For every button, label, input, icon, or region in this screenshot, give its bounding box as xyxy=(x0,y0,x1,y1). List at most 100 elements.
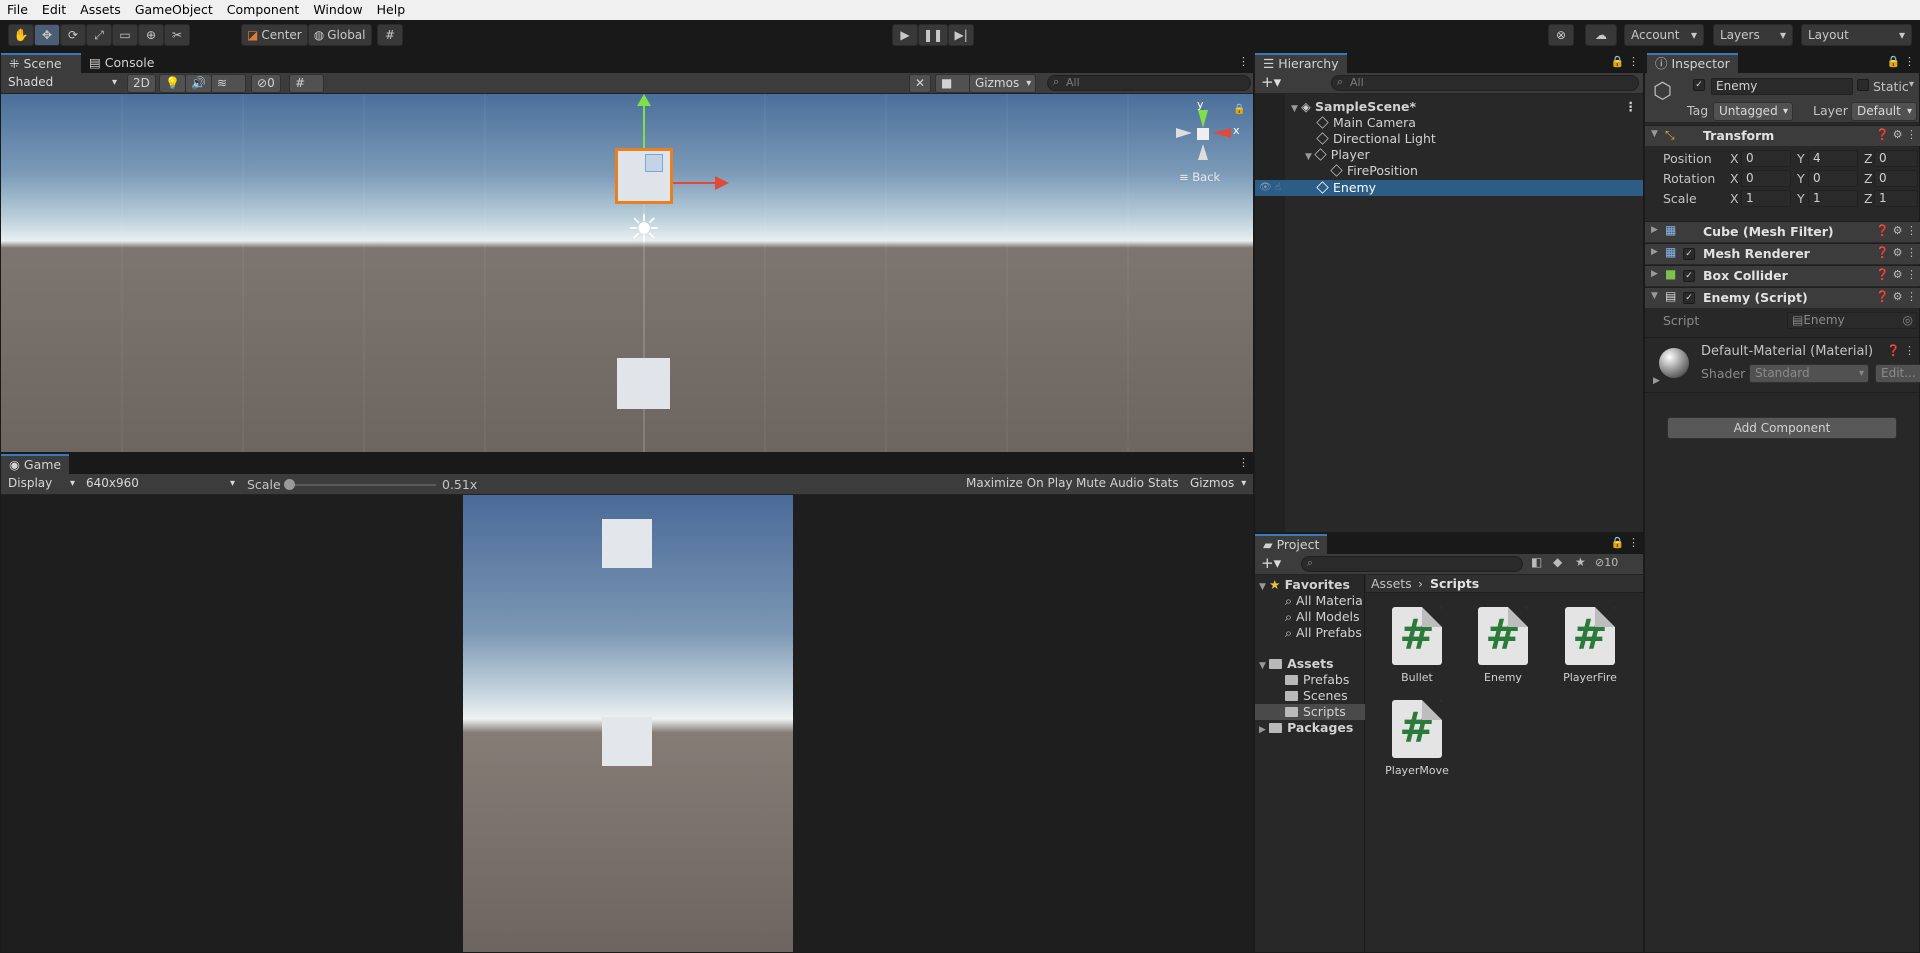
hierarchy-item-enemy[interactable]: Enemy xyxy=(1316,180,1376,196)
menu-file[interactable]: File xyxy=(0,0,35,20)
rect-tool-icon[interactable]: ▭ xyxy=(112,24,138,46)
shader-dropdown[interactable]: Standard xyxy=(1749,364,1869,383)
packages-folder[interactable]: ▶ Packages xyxy=(1259,720,1353,736)
box-collider-component-header[interactable]: ▶ ■ ✓ Box Collider ❓ ⚙ ⋮ xyxy=(1645,265,1920,286)
mesh-filter-component-header[interactable]: ▶ ▦ Cube (Mesh Filter) ❓ ⚙ ⋮ xyxy=(1645,221,1920,242)
kebab-menu-icon[interactable]: ⋮ xyxy=(1625,99,1638,115)
chevron-down-icon[interactable]: ▾ xyxy=(1909,79,1914,90)
sun-light-icon[interactable]: ☀ xyxy=(621,206,667,252)
help-settings-kebab-icon[interactable]: ❓ ⚙ ⋮ xyxy=(1875,246,1917,259)
rotation-y-field[interactable]: 0 xyxy=(1808,170,1858,187)
favorite-star-icon[interactable]: ★ xyxy=(1575,555,1586,569)
tab-hierarchy[interactable]: ☰ Hierarchy xyxy=(1255,53,1347,73)
hierarchy-item-directional-light[interactable]: Directional Light xyxy=(1316,131,1436,147)
folder-scripts[interactable]: Scripts xyxy=(1285,704,1346,720)
tab-project[interactable]: ▰ Project xyxy=(1255,534,1328,554)
gizmo-y-cone[interactable] xyxy=(1198,110,1208,128)
view-label[interactable]: ≡ Back xyxy=(1179,170,1220,184)
mesh-renderer-component-header[interactable]: ▶ ▦ ✓ Mesh Renderer ❓ ⚙ ⋮ xyxy=(1645,243,1920,264)
asset-enemy-script[interactable]: # Enemy xyxy=(1463,607,1543,684)
tab-inspector[interactable]: ⓘ Inspector xyxy=(1647,53,1738,73)
scale-y-field[interactable]: 1 xyxy=(1808,190,1858,207)
menu-help[interactable]: Help xyxy=(370,0,413,20)
gizmo-x-cone[interactable] xyxy=(1213,128,1231,138)
position-x-field[interactable]: 0 xyxy=(1741,150,1791,167)
static-checkbox[interactable] xyxy=(1857,79,1869,91)
grid-icon[interactable]: # xyxy=(289,74,325,93)
hierarchy-item-player[interactable]: ▼ Player xyxy=(1305,147,1370,163)
script-object-field[interactable]: ▤Enemy ◎ xyxy=(1787,312,1917,329)
breadcrumb-scripts[interactable]: Scripts xyxy=(1430,576,1479,591)
audio-icon[interactable]: 🔊 xyxy=(185,74,212,93)
transform-tool-icon[interactable]: ⊕ xyxy=(138,24,164,46)
tag-dropdown[interactable]: Untagged xyxy=(1713,102,1793,121)
folder-scenes[interactable]: Scenes xyxy=(1285,688,1348,704)
hierarchy-item-main-camera[interactable]: Main Camera xyxy=(1316,115,1416,131)
play-button[interactable]: ▶ xyxy=(892,24,918,46)
help-kebab-icon[interactable]: ❓ ⋮ xyxy=(1887,344,1915,357)
rotation-z-field[interactable]: 0 xyxy=(1874,170,1918,187)
display-dropdown[interactable]: Display 1 xyxy=(3,475,79,507)
mode-2d-button[interactable]: 2D xyxy=(127,74,156,93)
y-arrow-icon[interactable] xyxy=(637,94,651,106)
favorite-all-prefabs[interactable]: ⌕ All Prefabs xyxy=(1285,625,1362,641)
account-dropdown[interactable]: Account ▾ xyxy=(1624,24,1704,46)
shading-dropdown[interactable]: Shaded xyxy=(3,74,121,93)
scale-slider-track[interactable] xyxy=(288,484,436,486)
tab-game[interactable]: ◉ Game xyxy=(1,454,70,474)
cloud-icon[interactable]: ☁ xyxy=(1585,24,1617,46)
position-y-field[interactable]: 4 xyxy=(1808,150,1858,167)
foldout-arrow-icon[interactable]: ▶ xyxy=(1653,376,1660,386)
gizmo-neg-y-cone[interactable] xyxy=(1198,144,1208,160)
player-cube[interactable] xyxy=(617,358,670,409)
tab-scene[interactable]: ⁜ Scene xyxy=(1,53,81,73)
menu-assets[interactable]: Assets xyxy=(73,0,128,20)
hidden-packages-toggle[interactable]: ⊘10 xyxy=(1595,556,1618,569)
object-name-input[interactable]: Enemy xyxy=(1711,78,1853,95)
rotate-tool-icon[interactable]: ⟳ xyxy=(60,24,86,46)
hand-tool-icon[interactable]: ✋ xyxy=(8,24,34,46)
game-viewport[interactable] xyxy=(1,495,1253,952)
help-settings-kebab-icon[interactable]: ❓ ⚙ ⋮ xyxy=(1875,128,1917,141)
grid-snap-icon[interactable]: # xyxy=(377,24,403,46)
add-component-button[interactable]: Add Component xyxy=(1667,417,1897,439)
active-checkbox[interactable]: ✓ xyxy=(1693,79,1705,91)
filter-type-icon[interactable]: ◧ xyxy=(1531,555,1542,569)
game-gizmos-dropdown[interactable]: Gizmos xyxy=(1185,475,1250,494)
asset-bullet-script[interactable]: # Bullet xyxy=(1377,607,1457,684)
rotation-x-field[interactable]: 0 xyxy=(1741,170,1791,187)
shader-edit-button[interactable]: Edit... xyxy=(1875,364,1920,383)
help-settings-kebab-icon[interactable]: ❓ ⚙ ⋮ xyxy=(1875,290,1917,303)
scale-z-field[interactable]: 1 xyxy=(1874,190,1918,207)
layer-dropdown[interactable]: Default xyxy=(1851,102,1917,121)
menu-component[interactable]: Component xyxy=(220,0,307,20)
scene-root-item[interactable]: ▼ ◈ SampleScene* ⋮ xyxy=(1291,99,1641,115)
transform-component-header[interactable]: ▼ ⤡ Transform ❓ ⚙ ⋮ xyxy=(1645,125,1920,146)
project-search-input[interactable] xyxy=(1301,556,1523,572)
scale-tool-icon[interactable]: ⤢ xyxy=(86,24,112,46)
object-picker-icon[interactable]: ◎ xyxy=(1903,313,1913,328)
favorite-all-materials[interactable]: ⌕ All Materia xyxy=(1285,593,1363,609)
tab-console[interactable]: ▤ Console xyxy=(81,53,162,73)
stats-toggle[interactable]: Stats xyxy=(1143,475,1184,494)
custom-tool-icon[interactable]: ✂ xyxy=(164,24,190,46)
mute-audio-toggle[interactable]: Mute Audio xyxy=(1071,475,1149,494)
hierarchy-search-input[interactable]: All xyxy=(1331,75,1639,91)
assets-folder[interactable]: ▼ Assets xyxy=(1259,656,1334,672)
visibility-eye-icon[interactable]: 👁 ☝ xyxy=(1259,180,1281,196)
layout-dropdown[interactable]: Layout ▾ xyxy=(1801,24,1912,46)
asset-playermove-script[interactable]: # PlayerMove xyxy=(1377,700,1457,777)
asset-playerfire-script[interactable]: # PlayerFire xyxy=(1550,607,1630,684)
collab-icon[interactable]: ⊗ xyxy=(1548,24,1574,46)
gizmos-dropdown[interactable]: Gizmos xyxy=(969,74,1037,93)
lock-kebab-icon[interactable]: 🔒 ⋮ xyxy=(1887,55,1915,68)
maximize-on-play-toggle[interactable]: Maximize On Play xyxy=(961,475,1078,494)
menu-gameobject[interactable]: GameObject xyxy=(128,0,220,20)
mesh-renderer-enabled-checkbox[interactable]: ✓ xyxy=(1683,248,1695,260)
scale-slider-thumb[interactable] xyxy=(284,479,295,490)
space-toggle[interactable]: ◍ Global xyxy=(307,24,372,46)
xy-plane-handle[interactable] xyxy=(645,154,663,172)
move-tool-icon[interactable]: ✥ xyxy=(34,24,60,46)
scene-viewport[interactable]: ☀ y x 🔒 ≡ Back xyxy=(1,94,1253,452)
resolution-dropdown[interactable]: 640x960 xyxy=(81,475,239,494)
